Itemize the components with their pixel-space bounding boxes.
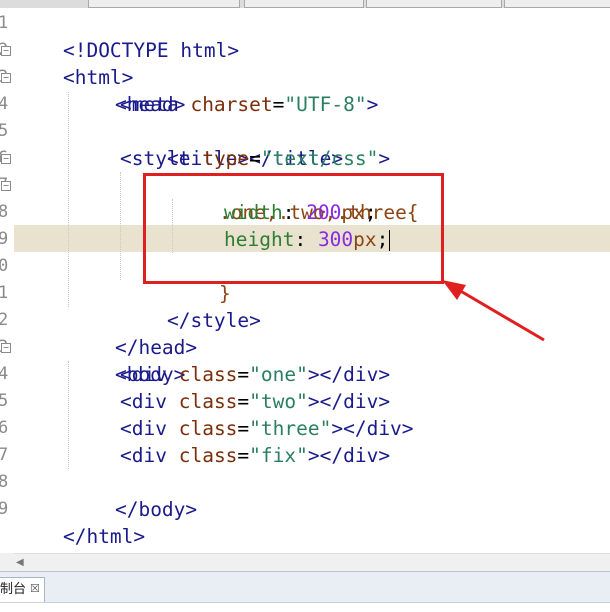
editor-tab-2-label: ... xyxy=(245,0,253,3)
code-token: = xyxy=(237,363,250,386)
editor-tab-1[interactable]: ... xyxy=(88,0,240,8)
editor-tab-1-label: ... xyxy=(89,0,97,3)
fold-toggle-icon[interactable]: − xyxy=(1,181,11,191)
editor-tab-strip: ... ... ... ... xyxy=(0,0,610,8)
fold-toggle-icon[interactable]: − xyxy=(1,343,11,353)
editor-tab-3[interactable]: ... xyxy=(366,0,502,8)
fold-toggle-icon[interactable]: − xyxy=(1,46,11,56)
code-line-1: <!DOCTYPE html> xyxy=(16,10,239,62)
fold-toggle-icon[interactable]: − xyxy=(1,154,11,164)
code-token: class xyxy=(178,363,238,386)
line-number: 1 xyxy=(0,283,9,303)
editor-tab-3-label: ... xyxy=(367,0,375,3)
code-token: <style xyxy=(120,147,191,170)
code-line-19: </html> xyxy=(16,496,145,548)
code-line-15: <div class="two"></div> xyxy=(120,388,390,415)
code-token: <div xyxy=(120,363,167,386)
line-number: 4 xyxy=(0,94,9,114)
annotation-highlight-box xyxy=(143,173,444,284)
line-number: 1 xyxy=(0,13,9,33)
close-icon[interactable]: ☒ xyxy=(30,577,40,601)
line-number-gutter: 1 2 3 4 5 6 7 8 9 0 1 2 3 4 5 6 7 8 9 − … xyxy=(0,8,14,553)
code-token: ></div> xyxy=(307,363,391,386)
line-number: 2 xyxy=(0,310,9,330)
line-number: 5 xyxy=(0,121,9,141)
code-line-16: <div class="three"></div> xyxy=(120,415,414,442)
code-line-2: <html> xyxy=(16,37,133,89)
line-number: 6 xyxy=(0,418,9,438)
editor-tab-4-label: ... xyxy=(505,0,513,3)
code-token: = xyxy=(237,390,250,413)
code-line-17: <div class="fix"></div> xyxy=(120,442,390,469)
console-panel-body xyxy=(0,602,610,612)
annotation-arrow-head xyxy=(442,280,466,300)
code-token: </html> xyxy=(62,525,146,548)
line-number: 4 xyxy=(0,364,9,384)
code-line-6: <style type="text/css"> xyxy=(120,145,390,172)
horizontal-scrollbar[interactable]: ◀ xyxy=(14,553,610,571)
console-panel-bar: 制台 ☒ xyxy=(0,571,610,612)
scroll-left-arrow-icon[interactable]: ◀ xyxy=(16,557,24,568)
code-line-3: <head> xyxy=(68,64,185,116)
code-token: "text/css" xyxy=(260,147,379,170)
line-number: 9 xyxy=(0,499,9,519)
code-token: class xyxy=(178,390,238,413)
code-token: "three" xyxy=(249,417,332,440)
line-number: 5 xyxy=(0,391,9,411)
code-token: charset xyxy=(190,93,273,116)
code-token: <div xyxy=(120,417,167,440)
code-line-12: </head> xyxy=(68,307,197,359)
line-number: 0 xyxy=(0,256,9,276)
gutter-corner xyxy=(0,553,14,571)
code-token: "one" xyxy=(249,363,308,386)
code-token: = xyxy=(272,93,285,116)
code-token: "UTF-8" xyxy=(284,93,367,116)
code-token: class xyxy=(178,417,238,440)
line-number: 9 xyxy=(0,229,9,249)
line-number: 8 xyxy=(0,472,9,492)
code-token: class xyxy=(178,444,238,467)
line-number: 7 xyxy=(0,445,9,465)
code-token: > xyxy=(378,147,391,170)
code-line-14: <div class="one"></div> xyxy=(120,361,390,388)
editor-tab-4[interactable]: ... xyxy=(504,0,610,8)
code-line-5: <title></title> xyxy=(120,118,343,170)
code-token: "two" xyxy=(249,390,308,413)
code-line-11: </style> xyxy=(120,280,261,332)
code-token: type xyxy=(202,147,250,170)
code-token: ></div> xyxy=(331,417,414,440)
line-number: 8 xyxy=(0,202,9,222)
annotation-arrow-shaft xyxy=(451,284,545,342)
code-token: = xyxy=(237,444,250,467)
code-token: <meta xyxy=(120,93,179,116)
fold-toggle-icon[interactable]: − xyxy=(1,73,11,83)
console-tab-label: 制台 xyxy=(0,582,27,597)
code-line-18: </body> xyxy=(68,469,197,521)
code-token: <div xyxy=(120,390,167,413)
code-token: "fix" xyxy=(249,444,308,467)
code-token: <div xyxy=(120,444,167,467)
code-token: ></div> xyxy=(307,390,391,413)
code-editor[interactable]: <!DOCTYPE html> <html> <head> <meta char… xyxy=(14,8,610,553)
code-token: > xyxy=(366,93,379,116)
code-token: ></div> xyxy=(307,444,391,467)
editor-tab-2[interactable]: ... xyxy=(244,0,364,8)
code-line-13: <body> xyxy=(68,334,185,386)
code-token: = xyxy=(237,417,250,440)
code-line-4: <meta charset="UTF-8"> xyxy=(120,91,378,118)
code-token: = xyxy=(249,147,261,170)
